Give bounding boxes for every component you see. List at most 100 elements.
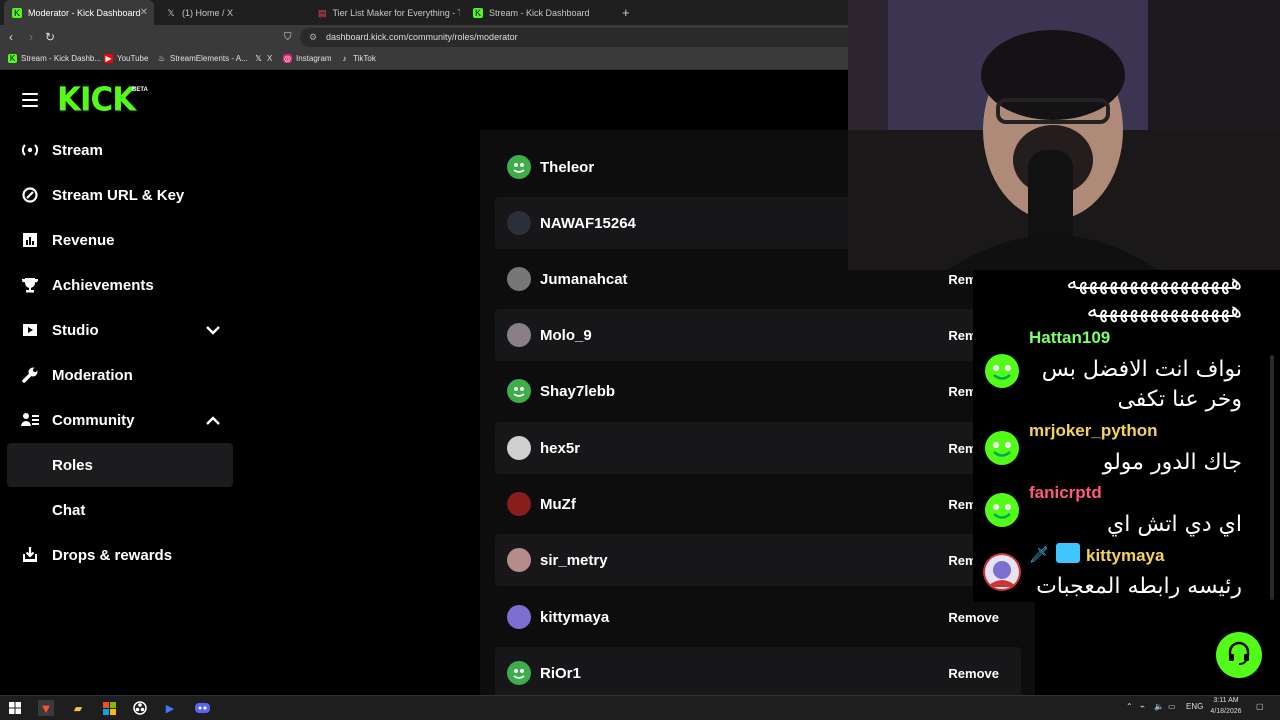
kick-favicon-icon: K	[473, 7, 483, 18]
language-indicator[interactable]: ENG	[1186, 702, 1203, 711]
bookmark-label: TikTok	[353, 54, 376, 63]
back-icon[interactable]: ‹	[9, 30, 13, 44]
moderator-row: RiOr1 Remove	[495, 647, 1021, 699]
moderator-username[interactable]: hex5r	[540, 440, 580, 457]
chat-message-text: ههههههههههههههههه	[1066, 270, 1242, 295]
tab-moderator[interactable]: K Moderator - Kick Dashboard ✕	[4, 0, 154, 25]
moderator-username[interactable]: Molo_9	[540, 327, 592, 344]
sidebar-item-label: Moderation	[52, 366, 133, 384]
sidebar-item-label: Studio	[52, 321, 99, 339]
tray-chevron-up-icon[interactable]: ⌃	[1126, 702, 1133, 711]
windows-start-icon[interactable]	[7, 700, 23, 716]
bookmark-instagram[interactable]: ◎ Instagram	[283, 54, 332, 63]
chevron-up-icon[interactable]	[206, 412, 220, 429]
bookmark-stream[interactable]: K Stream - Kick Dashb...	[8, 54, 101, 63]
bookmark-streamelements[interactable]: ♨ StreamElements - A...	[157, 54, 248, 63]
sword-badge-icon: 🗡	[1029, 547, 1050, 564]
site-info-icon[interactable]: ⚙	[309, 32, 317, 43]
tab-title: Moderator - Kick Dashboard	[28, 7, 141, 18]
brave-browser-icon[interactable]: ▼	[38, 700, 54, 716]
avatar	[507, 379, 531, 403]
kick-logo[interactable]: KICK	[57, 81, 136, 119]
avatar	[507, 661, 531, 685]
store-icon[interactable]	[101, 700, 117, 716]
moderator-username[interactable]: Theleor	[540, 159, 594, 176]
headset-icon	[1226, 640, 1252, 671]
chat-message-text: رئيسه رابطه المعجبات	[1036, 574, 1242, 599]
sidebar-item-community[interactable]: Community	[20, 399, 232, 441]
chat-message-text: اي دي اتش اي	[1107, 512, 1242, 537]
chat-username: kittymaya	[1086, 546, 1165, 565]
moderator-username[interactable]: kittymaya	[540, 609, 609, 626]
support-chat-button[interactable]	[1216, 632, 1262, 678]
moderator-username[interactable]: RiOr1	[540, 665, 581, 682]
streamelements-icon: ♨	[157, 54, 166, 63]
chevron-down-icon[interactable]	[206, 322, 220, 339]
bookmark-x[interactable]: 𝕏X	[254, 54, 272, 63]
forward-icon[interactable]: ›	[29, 30, 33, 44]
bookmark-label: YouTube	[117, 54, 149, 63]
tab-stream[interactable]: K Stream - Kick Dashboard	[465, 0, 615, 25]
remove-button[interactable]: Remove	[948, 610, 999, 625]
og-badge-icon	[1056, 543, 1080, 563]
sidebar-item-studio[interactable]: Studio	[20, 309, 232, 351]
close-tab-icon[interactable]: ✕	[140, 7, 148, 18]
menu-icon[interactable]	[22, 93, 38, 107]
battery-icon[interactable]: ▭	[1168, 702, 1176, 711]
network-icon[interactable]: ⌁	[1140, 702, 1145, 711]
bookmark-tiktok[interactable]: ♪ TikTok	[340, 54, 376, 63]
moderator-username[interactable]: sir_metry	[540, 552, 608, 569]
chat-username: Hattan109	[1029, 328, 1111, 347]
clock-time[interactable]: 3:11 AM	[1211, 697, 1241, 704]
sidebar-item-label: Drops & rewards	[52, 546, 173, 564]
sidebar-item-stream-url-key[interactable]: Stream URL & Key	[20, 174, 232, 216]
tab-x-home[interactable]: 𝕏 (1) Home / X	[158, 0, 308, 25]
broadcast-icon	[20, 140, 40, 160]
tier-favicon-icon: ▤	[318, 7, 327, 18]
chat-message-text: وخر عنا تكفى	[1117, 387, 1242, 412]
kick-emote-avatar-icon	[983, 491, 1021, 529]
youtube-icon: ▶	[104, 54, 113, 63]
remove-button[interactable]: Remove	[948, 666, 999, 681]
discord-icon[interactable]	[194, 700, 210, 716]
sidebar-item-achievements[interactable]: Achievements	[20, 264, 232, 306]
reload-icon[interactable]: ↻	[45, 30, 55, 44]
bookmark-icon[interactable]: ⛉	[284, 32, 292, 43]
drops-icon	[20, 545, 40, 565]
avatar	[507, 436, 531, 460]
avatar	[507, 211, 531, 235]
chat-message-text: ههههههههههههههه	[1086, 298, 1242, 323]
x-favicon-icon: 𝕏	[167, 7, 175, 18]
sidebar-subitem-roles[interactable]: Roles	[7, 443, 233, 487]
avatar	[507, 492, 531, 516]
moderator-username[interactable]: MuZf	[540, 496, 576, 513]
moderator-username[interactable]: NAWAF15264	[540, 215, 636, 232]
sidebar-item-label: Revenue	[52, 231, 115, 249]
obs-icon[interactable]	[132, 700, 148, 716]
bookmark-youtube[interactable]: ▶ YouTube	[104, 54, 148, 63]
webcam-overlay	[848, 0, 1280, 270]
avatar	[507, 548, 531, 572]
kick-emote-avatar-icon	[983, 352, 1021, 390]
sidebar-item-revenue[interactable]: Revenue	[20, 219, 232, 261]
tab-tier-list[interactable]: ▤ Tier List Maker for Everything - TierM	[310, 0, 460, 25]
sidebar-item-label: Community	[52, 411, 135, 429]
studio-icon	[20, 320, 40, 340]
notification-icon[interactable]: ▢	[1256, 702, 1264, 711]
new-tab-icon[interactable]: +	[622, 5, 630, 20]
sidebar-subitem-chat[interactable]: Chat	[7, 488, 233, 532]
volume-icon[interactable]: 🔈	[1154, 702, 1164, 711]
media-player-icon[interactable]: ▶	[162, 700, 178, 716]
scrollbar[interactable]	[1270, 355, 1274, 600]
sidebar-item-moderation[interactable]: Moderation	[20, 354, 232, 396]
clock-date[interactable]: 4/18/2026	[1208, 708, 1244, 715]
sidebar-item-drops-rewards[interactable]: Drops & rewards	[20, 534, 232, 576]
tiktok-icon: ♪	[342, 54, 347, 63]
file-explorer-icon[interactable]: ▰	[70, 700, 86, 716]
moderator-username[interactable]: Shay7lebb	[540, 383, 615, 400]
instagram-icon: ◎	[283, 54, 292, 63]
chat-user-avatar	[983, 553, 1021, 591]
moderator-row: Shay7lebb Remove	[495, 365, 1021, 417]
moderator-username[interactable]: Jumanahcat	[540, 271, 628, 288]
sidebar-item-stream[interactable]: Stream	[20, 129, 232, 171]
